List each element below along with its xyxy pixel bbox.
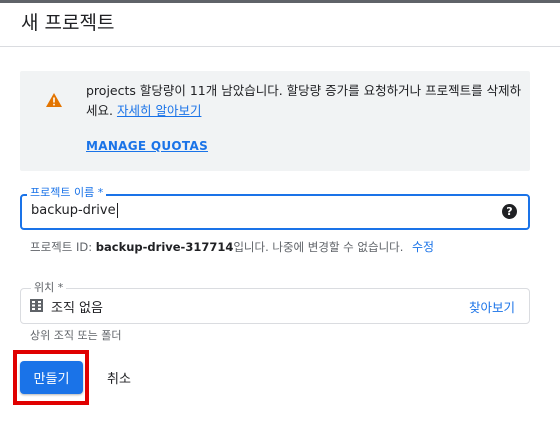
project-id-prefix: 프로젝트 ID: xyxy=(30,240,96,254)
warning-icon xyxy=(46,93,62,107)
top-border xyxy=(0,0,560,3)
location-field[interactable]: 조직 없음 찾아보기 xyxy=(20,288,530,324)
organization-icon xyxy=(30,299,43,312)
page-title: 새 프로젝트 xyxy=(21,12,115,34)
project-name-value[interactable]: backup-drive xyxy=(31,203,118,218)
project-id-value: backup-drive-317714 xyxy=(95,240,234,254)
location-hint: 상위 조직 또는 폴더 xyxy=(30,329,122,342)
browse-button[interactable]: 찾아보기 xyxy=(469,297,515,316)
project-name-label: 프로젝트 이름 * xyxy=(27,184,107,200)
quota-warning-text: projects 할당량이 11개 남았습니다. 할당량 증가를 요청하거나 프… xyxy=(86,81,526,121)
text-caret xyxy=(116,203,118,218)
project-id-line: 프로젝트 ID: backup-drive-317714입니다. 나중에 변경할… xyxy=(30,239,403,255)
edit-project-id-link[interactable]: 수정 xyxy=(412,238,434,255)
project-id-suffix: 입니다. 나중에 변경할 수 없습니다. xyxy=(233,240,404,254)
learn-more-link[interactable]: 자세히 알아보기 xyxy=(117,103,201,118)
location-label: 위치 * xyxy=(31,279,67,295)
create-button[interactable]: 만들기 xyxy=(20,361,83,394)
location-value: 조직 없음 xyxy=(51,301,103,316)
header-divider xyxy=(0,46,560,47)
help-icon[interactable]: ? xyxy=(502,204,517,219)
cancel-button[interactable]: 취소 xyxy=(107,368,131,387)
quota-warning-box: projects 할당량이 11개 남았습니다. 할당량 증가를 요청하거나 프… xyxy=(20,71,530,171)
manage-quotas-link[interactable]: MANAGE QUOTAS xyxy=(86,139,208,153)
